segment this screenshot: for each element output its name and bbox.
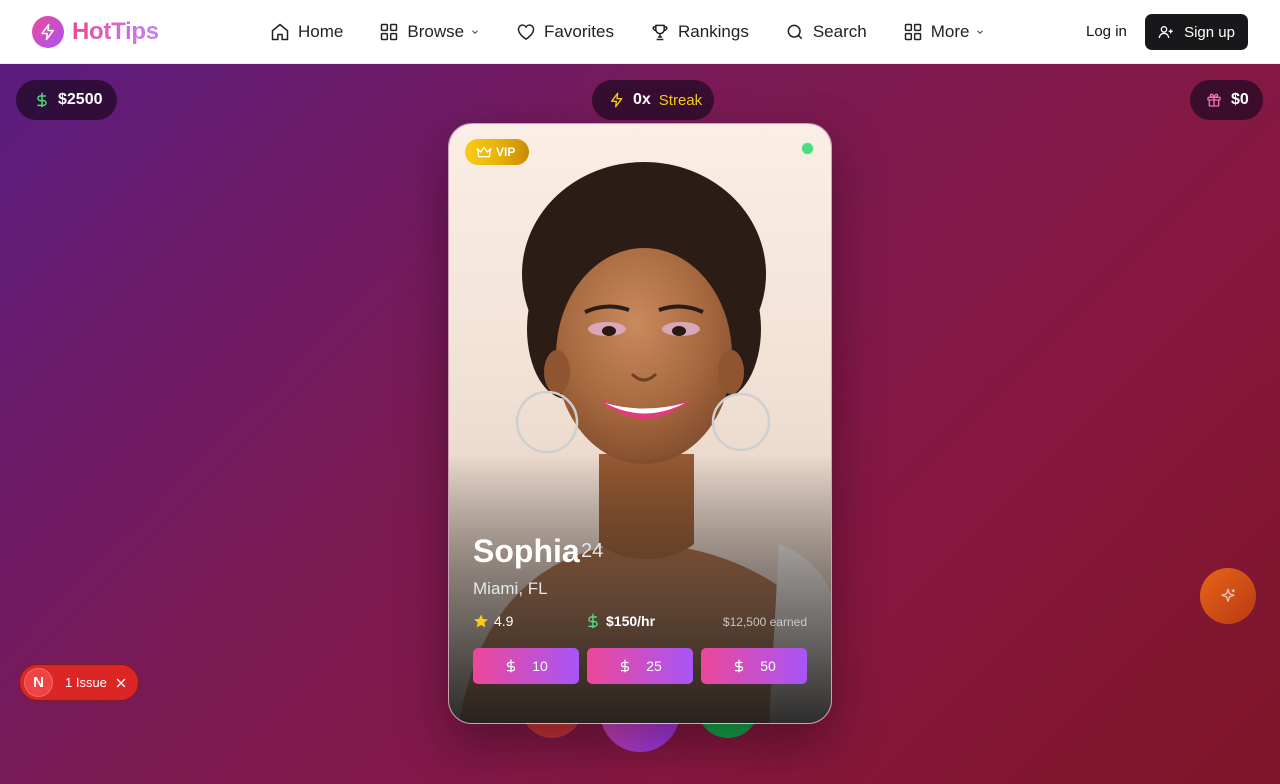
main-nav: Home Browse Favorites Rankings Search Mo… — [270, 0, 985, 64]
gift-icon — [1207, 93, 1221, 107]
nav-item-label: Search — [812, 22, 867, 41]
earned-total: $12,500 earned — [722, 615, 807, 629]
tip-amount: 25 — [646, 658, 662, 674]
top-nav-bar: HotTips Home Browse Favorites Rankings S… — [0, 0, 1280, 64]
balance-value: $2500 — [58, 91, 103, 108]
brand-logo[interactable]: HotTips — [32, 16, 159, 48]
streak-pill[interactable]: 0x Streak — [592, 80, 714, 120]
nav-item-browse[interactable]: Browse — [379, 22, 480, 42]
chevron-down-icon — [472, 30, 478, 34]
heart-icon — [517, 24, 535, 40]
star-icon — [474, 614, 488, 628]
chevron-down-icon — [977, 30, 984, 34]
issues-count: 1 Issue — [65, 675, 107, 690]
dollar-icon — [621, 659, 630, 673]
profile-age: 24 — [581, 540, 604, 562]
nav-item-favorites[interactable]: Favorites — [516, 22, 614, 42]
dev-tools-icon: N — [24, 668, 53, 697]
dollar-icon — [507, 659, 516, 673]
home-icon — [271, 23, 289, 41]
dollar-icon — [37, 92, 47, 108]
profile-rating: 4.9 — [473, 613, 513, 629]
dev-issues-badge[interactable]: N 1 Issue — [19, 664, 139, 701]
sparkle-icon — [1221, 588, 1235, 602]
dollar-icon — [588, 613, 598, 629]
lightning-bolt-icon — [32, 16, 64, 48]
nav-item-label: Rankings — [677, 22, 749, 41]
vip-badge: VIP — [465, 139, 529, 165]
profile-name: Sophia — [473, 533, 580, 569]
tip-25-button[interactable]: 25 — [587, 648, 693, 684]
main-stage: $2500 0x Streak $0 VIP Sophia 24 Miami, … — [0, 64, 1280, 784]
rating-value: 4.9 — [494, 613, 514, 629]
nav-item-rankings[interactable]: Rankings — [650, 22, 749, 42]
login-link[interactable]: Log in — [1086, 23, 1127, 40]
streak-label: Streak — [658, 91, 703, 109]
vip-label: VIP — [496, 145, 516, 159]
profile-rate: $150/hr — [585, 613, 655, 629]
dollar-icon — [735, 659, 744, 673]
signup-button[interactable]: Sign up — [1145, 14, 1248, 50]
nav-item-home[interactable]: Home — [270, 22, 343, 42]
nav-item-label: Browse — [407, 22, 465, 41]
grid-icon — [904, 23, 921, 41]
trophy-icon — [652, 24, 668, 41]
search-icon — [787, 24, 803, 40]
nav-item-more[interactable]: More — [903, 22, 986, 42]
profile-photo — [449, 124, 831, 723]
gift-pill[interactable]: $0 — [1190, 80, 1263, 120]
lightning-bolt-icon — [611, 92, 623, 108]
signup-label: Sign up — [1184, 23, 1235, 41]
nav-item-label: More — [930, 22, 970, 41]
gift-value: $0 — [1231, 91, 1249, 108]
balance-pill[interactable]: $2500 — [16, 80, 117, 120]
tip-amount: 50 — [760, 658, 776, 674]
streak-value: 0x — [633, 91, 651, 108]
nav-item-label: Favorites — [544, 22, 614, 41]
nav-item-search[interactable]: Search — [785, 22, 867, 42]
grid-icon — [381, 23, 398, 41]
tip-50-button[interactable]: 50 — [701, 648, 807, 684]
sparkle-button[interactable] — [1200, 568, 1256, 624]
brand-name: HotTips — [72, 18, 159, 45]
profile-card[interactable]: VIP Sophia 24 Miami, FL 4.9 $150/hr $12,… — [448, 123, 832, 724]
tip-amount: 10 — [532, 658, 548, 674]
user-plus-icon — [1158, 26, 1173, 39]
rate-value: $150/hr — [606, 613, 656, 629]
close-icon[interactable] — [115, 677, 127, 689]
crown-icon — [476, 146, 492, 158]
online-status-dot — [801, 142, 814, 155]
tip-10-button[interactable]: 10 — [473, 648, 579, 684]
nav-item-label: Home — [298, 22, 344, 41]
profile-location: Miami, FL — [473, 579, 548, 598]
